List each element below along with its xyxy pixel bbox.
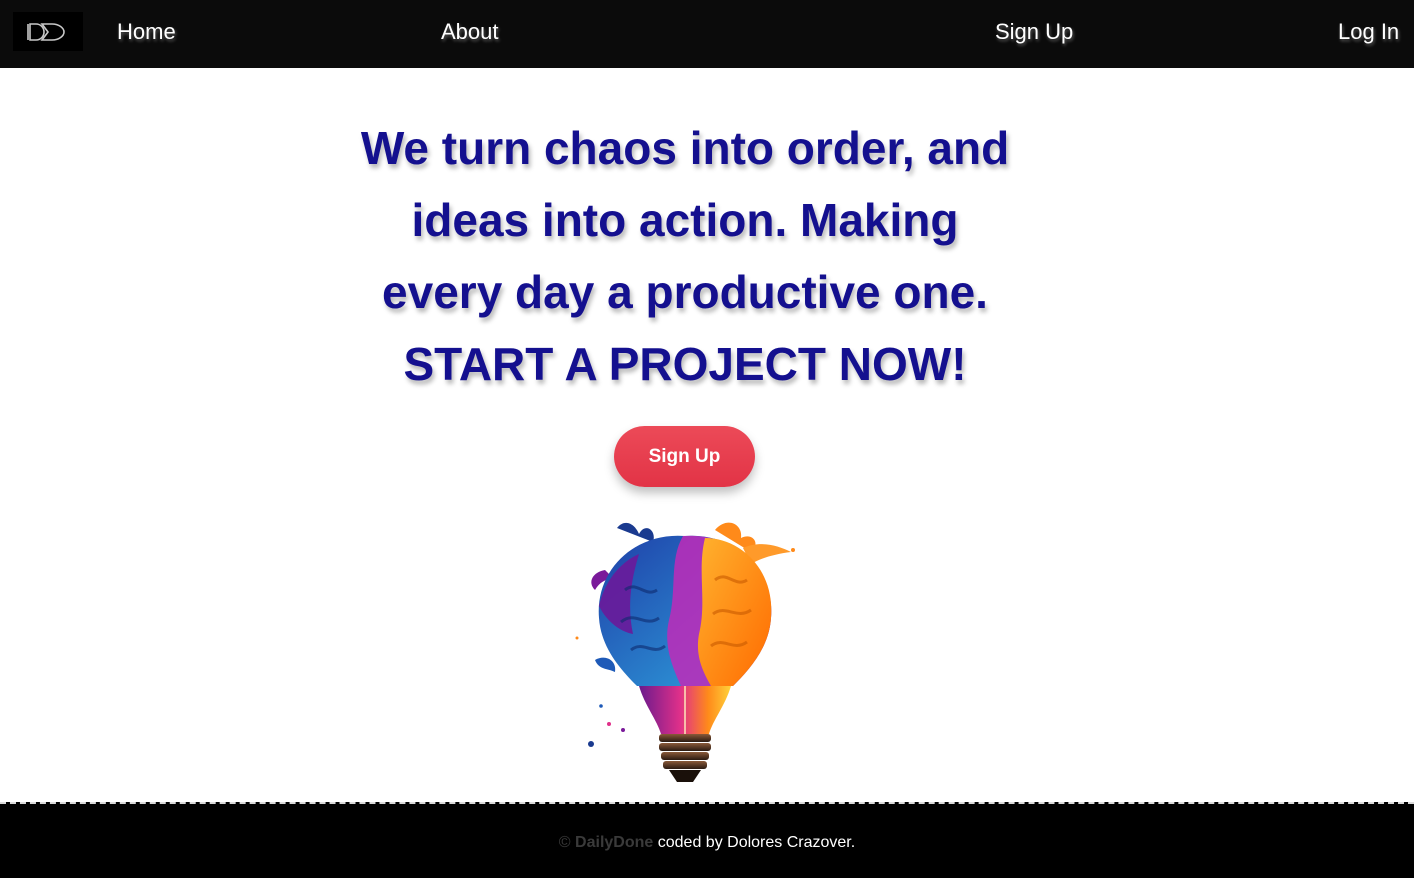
hero-headline: We turn chaos into order, and ideas into… [290, 112, 1080, 400]
footer: © DailyDone coded by Dolores Crazover. [0, 802, 1414, 878]
hero-cta-line: START A PROJECT NOW! [403, 338, 967, 390]
footer-credit: © DailyDone coded by Dolores Crazover. [0, 834, 1414, 852]
nav-login-link[interactable]: Log In [1338, 18, 1399, 46]
logo-icon[interactable] [13, 12, 83, 51]
hero-line: ideas into action. Making [411, 194, 959, 246]
footer-brand-link[interactable]: DailyDone [575, 834, 653, 851]
copyright-icon: © [558, 834, 571, 851]
hero-line: every day a productive one. [382, 266, 988, 318]
hero-signup-button[interactable]: Sign Up [614, 426, 755, 487]
footer-credit-text: coded by Dolores Crazover. [657, 834, 856, 851]
navbar: Home About Sign Up Log In [0, 0, 1414, 68]
lightbulb-illustration [565, 510, 805, 790]
hero-line: We turn chaos into order, and [360, 122, 1010, 174]
nav-signup-link[interactable]: Sign Up [995, 18, 1073, 46]
nav-about-link[interactable]: About [441, 18, 499, 46]
nav-home-link[interactable]: Home [117, 18, 176, 46]
